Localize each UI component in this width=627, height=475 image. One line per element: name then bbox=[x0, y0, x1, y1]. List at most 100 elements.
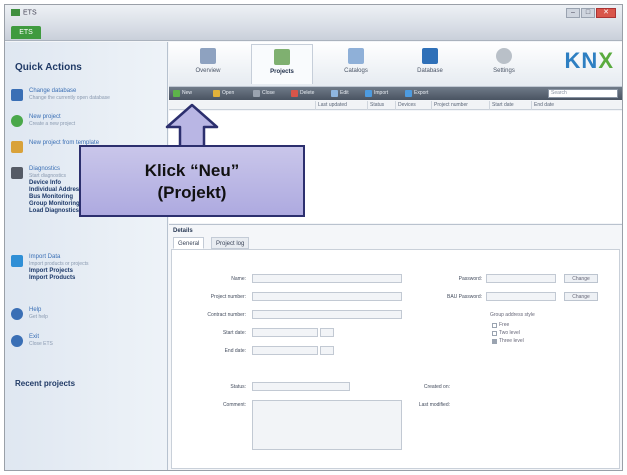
option-two-level[interactable]: Two level bbox=[492, 330, 520, 336]
contract-number-field[interactable] bbox=[252, 310, 402, 319]
name-label: Name: bbox=[231, 276, 246, 282]
tab-catalogs[interactable]: Catalogs bbox=[325, 44, 387, 84]
start-date-field[interactable] bbox=[252, 328, 318, 337]
password-field[interactable] bbox=[486, 274, 556, 283]
minimize-button[interactable]: – bbox=[566, 8, 580, 18]
template-icon bbox=[11, 141, 23, 153]
recent-projects-title: Recent projects bbox=[15, 379, 76, 388]
import-button-label: Import bbox=[374, 90, 389, 96]
tab-general[interactable]: General bbox=[173, 237, 205, 249]
sidebar-item-help[interactable]: Help Get help bbox=[11, 307, 163, 320]
new-button-label: New bbox=[182, 90, 193, 96]
option-free[interactable]: Free bbox=[492, 322, 509, 328]
callout-line-1: Klick “Neu” bbox=[144, 161, 240, 180]
close-button[interactable]: ✕ bbox=[596, 8, 616, 18]
radio-three-level[interactable] bbox=[492, 338, 497, 344]
sidebar-item-new-project[interactable]: New project Create a new project bbox=[11, 114, 163, 127]
column-end-date[interactable]: End date bbox=[531, 101, 571, 110]
help-icon bbox=[11, 308, 23, 320]
new-icon bbox=[173, 90, 180, 97]
column-last-updated[interactable]: Last updated bbox=[315, 101, 367, 110]
change-password-button[interactable]: Change bbox=[564, 274, 598, 283]
column-start-date[interactable]: Start date bbox=[489, 101, 531, 110]
radio-two-level[interactable] bbox=[492, 330, 497, 336]
tab-overview[interactable]: Overview bbox=[177, 44, 239, 84]
app-window: ETS ETS – □ ✕ Quick Actions Change datab… bbox=[4, 4, 623, 471]
export-button[interactable]: Export bbox=[405, 89, 428, 98]
tab-label: Projects bbox=[270, 69, 294, 75]
contract-number-label: Contract number: bbox=[207, 312, 246, 318]
import-button[interactable]: Import bbox=[365, 89, 388, 98]
edit-icon bbox=[331, 90, 338, 97]
column-status[interactable]: Status bbox=[367, 101, 395, 110]
name-field[interactable] bbox=[252, 274, 402, 283]
start-date-calendar-icon[interactable] bbox=[320, 328, 334, 337]
projects-table-header: Last updated Status Devices Project numb… bbox=[169, 101, 622, 110]
bau-password-field[interactable] bbox=[486, 292, 556, 301]
projects-toolbar: New Open Close Delete Edit Import Export… bbox=[169, 87, 622, 100]
option-three-level-label: Three level bbox=[499, 338, 524, 344]
change-bau-password-button[interactable]: Change bbox=[564, 292, 598, 301]
sidebar-item-label: Change database bbox=[29, 88, 77, 94]
export-icon bbox=[405, 90, 412, 97]
tab-label: Database bbox=[417, 68, 443, 74]
details-form: Name: Project number: Contract number: S… bbox=[171, 249, 620, 469]
main-nav: Overview Projects Catalogs Database Sett… bbox=[169, 42, 622, 87]
sidebar-item-label: Help bbox=[29, 307, 42, 313]
database-icon bbox=[11, 89, 23, 101]
end-date-field[interactable] bbox=[252, 346, 318, 355]
sidebar-item-exit[interactable]: Exit Close ETS bbox=[11, 334, 163, 347]
tab-settings[interactable]: Settings bbox=[473, 44, 535, 84]
new-button[interactable]: New bbox=[173, 89, 192, 98]
settings-icon bbox=[496, 48, 512, 64]
title-bar: ETS ETS – □ ✕ bbox=[5, 5, 622, 41]
details-pane: Details General Project log Name: Projec… bbox=[169, 224, 622, 470]
open-button[interactable]: Open bbox=[213, 89, 234, 98]
tab-label: Settings bbox=[493, 68, 515, 74]
quick-actions-title: Quick Actions bbox=[15, 62, 82, 73]
created-on-label: Created on: bbox=[423, 384, 450, 390]
link-import-projects[interactable]: Import Projects bbox=[29, 268, 88, 274]
callout-line-2: (Projekt) bbox=[157, 183, 227, 202]
up-arrow-icon bbox=[165, 103, 219, 149]
tab-projects[interactable]: Projects bbox=[251, 44, 313, 84]
start-date-label: Start date: bbox=[222, 330, 246, 336]
catalogs-icon bbox=[348, 48, 364, 64]
column-devices[interactable]: Devices bbox=[395, 101, 431, 110]
delete-button-label: Delete bbox=[300, 90, 315, 96]
quick-actions-sidebar: Quick Actions Change database Change the … bbox=[5, 42, 168, 470]
group-address-style-title: Group address style bbox=[490, 312, 535, 318]
status-select[interactable] bbox=[252, 382, 350, 391]
column-project-number[interactable]: Project number bbox=[431, 101, 489, 110]
last-modified-label: Last modified: bbox=[418, 402, 450, 408]
sidebar-item-import-data[interactable]: Import Data Import products or projects … bbox=[11, 254, 163, 281]
import-icon bbox=[365, 90, 372, 97]
sidebar-item-sub: Change the currently open database bbox=[29, 95, 110, 101]
new-project-icon bbox=[11, 115, 23, 127]
tab-database[interactable]: Database bbox=[399, 44, 461, 84]
radio-free[interactable] bbox=[492, 322, 497, 328]
option-three-level[interactable]: Three level bbox=[492, 338, 524, 344]
import-icon bbox=[11, 255, 23, 267]
close-project-button[interactable]: Close bbox=[253, 89, 275, 98]
sidebar-item-change-database[interactable]: Change database Change the currently open… bbox=[11, 88, 163, 101]
project-number-field[interactable] bbox=[252, 292, 402, 301]
delete-button[interactable]: Delete bbox=[291, 89, 314, 98]
instruction-callout: Klick “Neu” (Projekt) bbox=[79, 145, 305, 217]
edit-button[interactable]: Edit bbox=[331, 89, 349, 98]
end-date-calendar-icon[interactable] bbox=[320, 346, 334, 355]
open-button-label: Open bbox=[222, 90, 235, 96]
sidebar-item-sub: Close ETS bbox=[29, 341, 53, 347]
ribbon-tab-ets[interactable]: ETS bbox=[11, 26, 41, 39]
knx-logo-x: X bbox=[598, 48, 614, 73]
search-input[interactable]: Search bbox=[548, 89, 618, 98]
close-button-label: Close bbox=[262, 90, 275, 96]
tab-label: Catalogs bbox=[344, 68, 368, 74]
edit-button-label: Edit bbox=[340, 90, 349, 96]
tab-project-log[interactable]: Project log bbox=[211, 237, 250, 249]
app-title: ETS bbox=[11, 9, 37, 16]
maximize-button[interactable]: □ bbox=[581, 8, 595, 18]
details-title: Details bbox=[173, 228, 193, 234]
knx-logo: KNX bbox=[565, 48, 614, 74]
link-import-products[interactable]: Import Products bbox=[29, 275, 88, 281]
